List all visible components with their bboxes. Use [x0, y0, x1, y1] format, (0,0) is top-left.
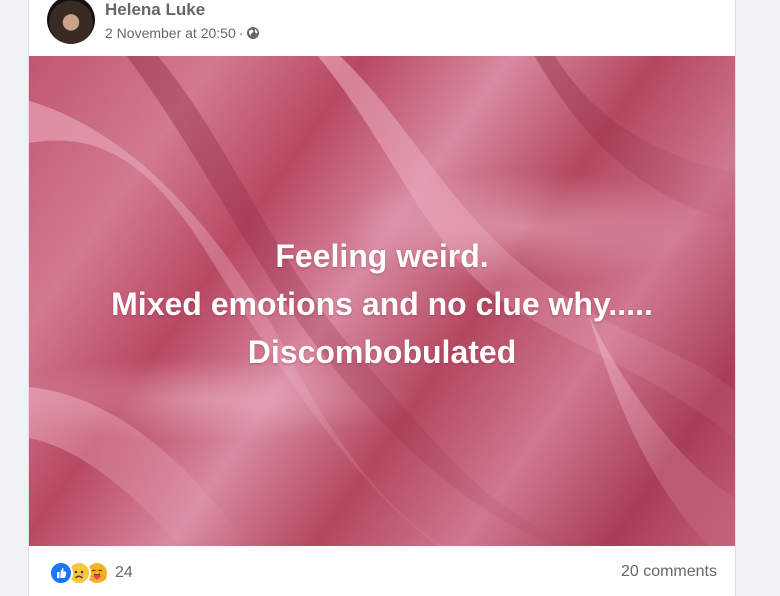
post-image-text: Feeling weird. Mixed emotions and no clu… — [29, 232, 735, 376]
post-timestamp[interactable]: 2 November at 20:50 — [105, 24, 236, 42]
image-text-line: Feeling weird. — [275, 238, 489, 274]
author-name[interactable]: Helena Luke — [105, 0, 205, 20]
reactions-summary[interactable]: 24 — [49, 561, 133, 585]
comments-link[interactable]: 20 comments — [621, 563, 717, 581]
post-meta: 2 November at 20:50 · — [105, 24, 260, 42]
reaction-count: 24 — [115, 564, 133, 581]
post-image[interactable]: Feeling weird. Mixed emotions and no clu… — [29, 56, 735, 546]
globe-icon[interactable] — [246, 26, 260, 40]
image-text-line: Discombobulated — [247, 334, 517, 370]
post-card: Helena Luke 2 November at 20:50 · Feelin… — [28, 0, 736, 596]
meta-separator: · — [238, 25, 244, 41]
post-footer: 24 20 comments — [29, 546, 735, 596]
image-text-line: Mixed emotions and no clue why..... — [111, 286, 653, 322]
avatar[interactable] — [47, 0, 95, 44]
post-header: Helena Luke 2 November at 20:50 · — [29, 0, 735, 56]
like-icon — [49, 561, 73, 585]
